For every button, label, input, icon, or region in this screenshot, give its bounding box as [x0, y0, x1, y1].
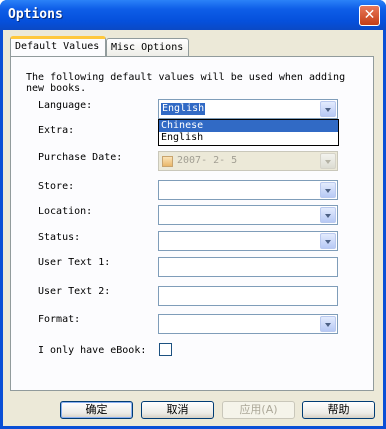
- close-button[interactable]: ✕: [359, 5, 380, 26]
- cancel-button[interactable]: 取消: [141, 401, 214, 419]
- ok-button[interactable]: 确定: [60, 401, 133, 419]
- purchase-date-picker[interactable]: 2007- 2- 5: [158, 151, 338, 171]
- format-label: Format:: [38, 314, 81, 325]
- dropdown-arrow-icon[interactable]: [320, 316, 336, 332]
- apply-button[interactable]: 应用(A): [222, 401, 295, 419]
- dialog-body: Default Values Misc Options The followin…: [3, 30, 383, 426]
- language-label: Language:: [38, 100, 93, 111]
- description-text: The following default values will be use…: [26, 72, 346, 94]
- dropdown-arrow-icon[interactable]: [320, 207, 336, 223]
- dropdown-arrow-icon[interactable]: [320, 153, 336, 169]
- dropdown-option-english[interactable]: English: [159, 132, 338, 144]
- location-select[interactable]: [158, 205, 338, 225]
- store-label: Store:: [38, 181, 75, 192]
- user-text-1-label: User Text 1:: [38, 257, 111, 268]
- dropdown-arrow-icon[interactable]: [320, 182, 336, 198]
- store-select[interactable]: [158, 180, 338, 200]
- language-value: English: [161, 103, 206, 115]
- dropdown-arrow-icon[interactable]: [320, 233, 336, 249]
- purchase-date-label: Purchase Date:: [38, 152, 123, 163]
- user-text-2-label: User Text 2:: [38, 286, 111, 297]
- language-select[interactable]: English: [158, 99, 338, 119]
- dropdown-option-chinese[interactable]: Chinese: [159, 120, 338, 132]
- only-ebook-label: I only have eBook:: [38, 345, 147, 356]
- tab-misc-options[interactable]: Misc Options: [106, 38, 189, 58]
- title-bar[interactable]: Options ✕: [0, 0, 386, 30]
- user-text-2-input[interactable]: [158, 286, 338, 306]
- only-ebook-checkbox[interactable]: [159, 343, 172, 356]
- dropdown-arrow-icon[interactable]: [320, 101, 336, 117]
- language-dropdown-list: Chinese English: [158, 119, 339, 146]
- tab-default-values[interactable]: Default Values: [10, 36, 106, 56]
- tab-label: Misc Options: [111, 42, 184, 53]
- format-select[interactable]: [158, 314, 338, 334]
- tab-label: Default Values: [15, 41, 100, 52]
- help-button[interactable]: 帮助: [302, 401, 375, 419]
- purchase-date-value: 2007- 2- 5: [177, 155, 238, 166]
- user-text-1-input[interactable]: [158, 257, 338, 277]
- location-label: Location:: [38, 206, 93, 217]
- status-select[interactable]: [158, 231, 338, 251]
- status-label: Status:: [38, 232, 81, 243]
- window-title: Options: [8, 7, 63, 22]
- date-checkbox-icon[interactable]: [162, 156, 173, 167]
- close-icon: ✕: [363, 7, 376, 23]
- options-window: Options ✕ Default Values Misc Options Th…: [0, 0, 386, 429]
- extra-label: Extra:: [38, 125, 75, 136]
